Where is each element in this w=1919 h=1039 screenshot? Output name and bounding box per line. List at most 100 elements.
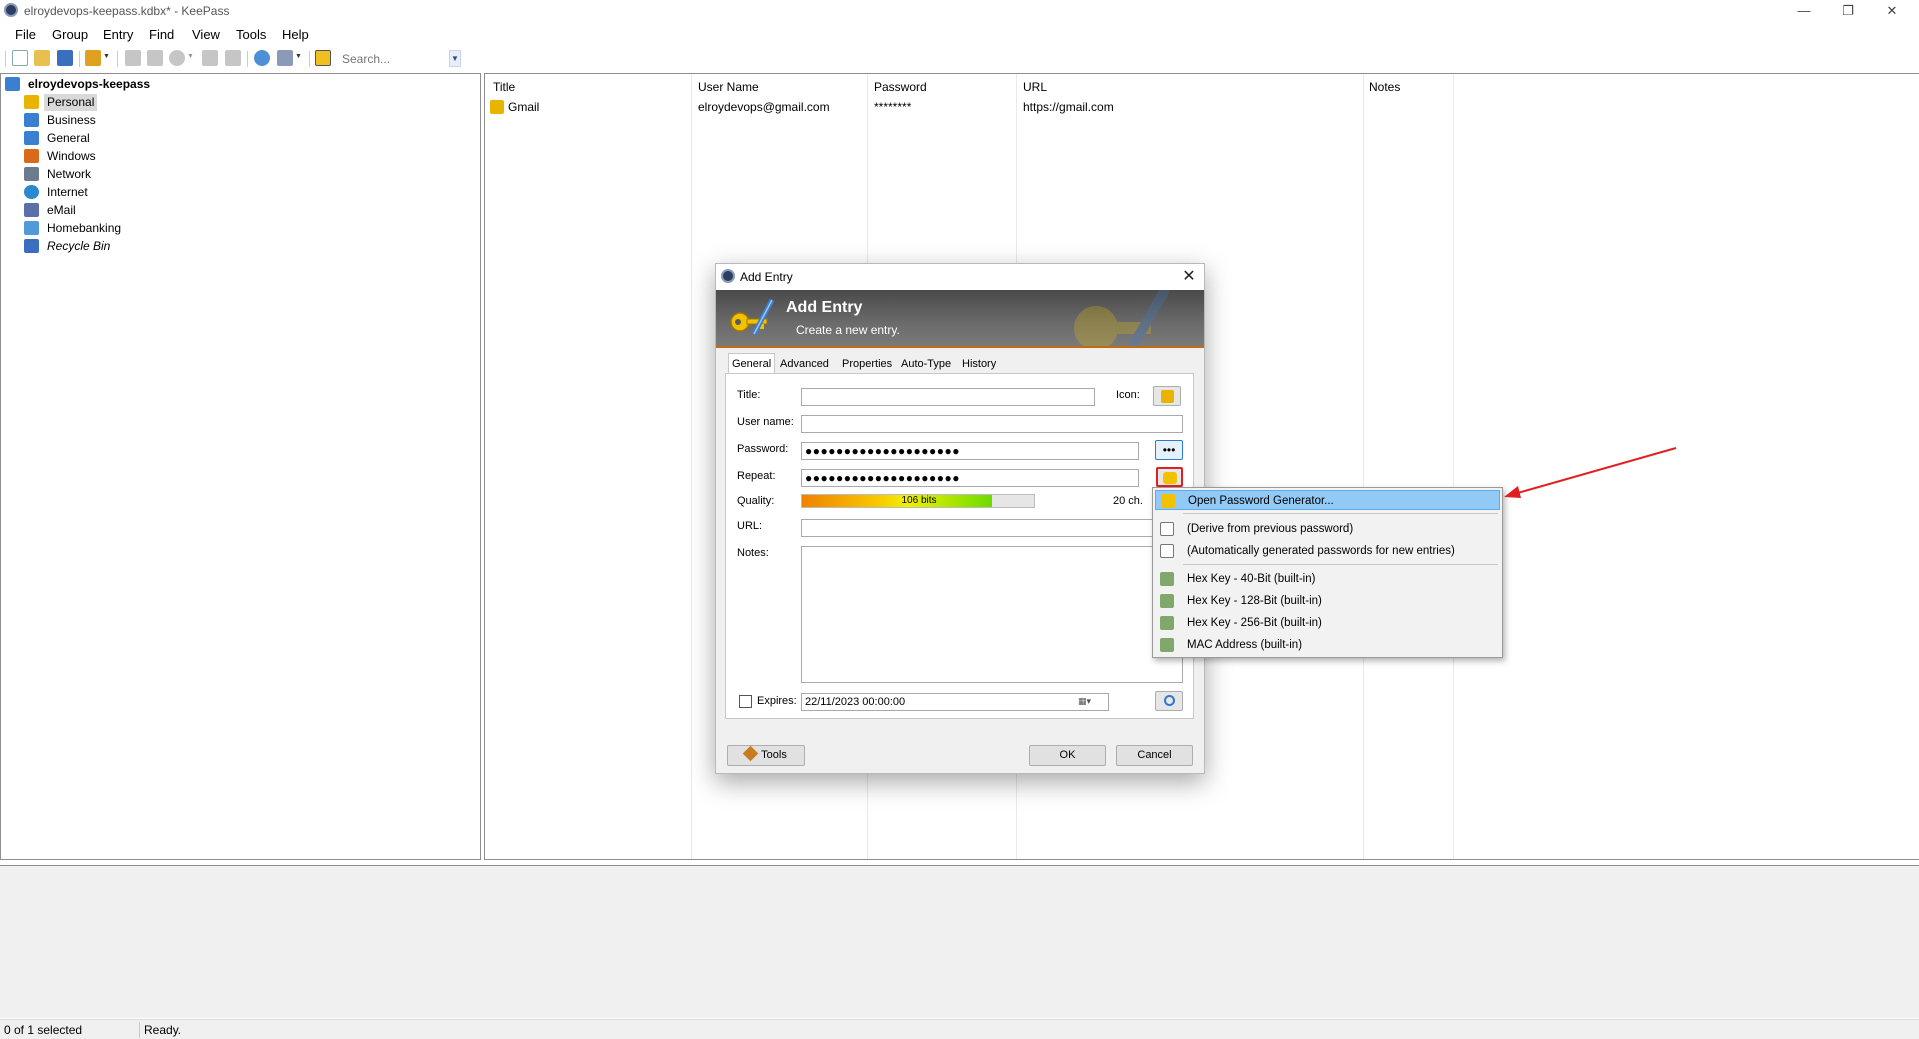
menu-entry[interactable]: Entry — [103, 27, 133, 42]
menu-item-label: Open Password Generator... — [1188, 495, 1334, 507]
ok-button[interactable]: OK — [1029, 745, 1106, 766]
password-label: Password: — [737, 443, 789, 455]
column-notes[interactable]: Notes — [1369, 80, 1400, 94]
profile-icon — [1160, 616, 1174, 630]
column-username[interactable]: User Name — [698, 80, 759, 94]
menu-item-label: Hex Key - 128-Bit (built-in) — [1187, 595, 1322, 607]
notes-field[interactable] — [801, 546, 1183, 683]
quality-length: 20 ch. — [1113, 495, 1143, 507]
keepass-app-icon — [721, 269, 735, 283]
tree-item-label: eMail — [47, 203, 76, 217]
entry-detail-panel — [0, 865, 1919, 1018]
lock-workspace-icon[interactable] — [315, 50, 331, 66]
show-password-button[interactable]: ••• — [1155, 440, 1183, 460]
tab-history[interactable]: History — [959, 355, 999, 373]
personal-icon — [1160, 390, 1174, 403]
calendar-dropdown-icon[interactable]: ▦▾ — [1078, 696, 1091, 707]
menu-group[interactable]: Group — [52, 27, 88, 42]
windows-icon — [24, 149, 39, 163]
dialog-title-bar: Add Entry ✕ — [716, 264, 1204, 290]
folder-icon — [24, 131, 39, 145]
auto-generate-icon — [1160, 544, 1174, 558]
menu-item-mac-address[interactable]: MAC Address (built-in) — [1155, 635, 1500, 655]
search-input[interactable] — [340, 49, 461, 68]
open-url-icon[interactable] — [169, 50, 185, 66]
tree-item-label: Windows — [47, 149, 96, 163]
icon-picker-button[interactable] — [1153, 386, 1181, 406]
menu-item-derive-password[interactable]: (Derive from previous password) — [1155, 519, 1500, 539]
toolbar-grip — [5, 51, 6, 67]
find-icon[interactable] — [254, 50, 270, 66]
password-generator-menu: Open Password Generator... (Derive from … — [1152, 487, 1503, 658]
title-field[interactable] — [801, 388, 1095, 406]
column-url[interactable]: URL — [1023, 80, 1047, 94]
cancel-button[interactable]: Cancel — [1116, 745, 1193, 766]
globe-icon — [24, 185, 39, 199]
menu-find[interactable]: Find — [149, 27, 174, 42]
new-database-icon[interactable] — [12, 50, 28, 66]
tab-auto-type[interactable]: Auto-Type — [898, 355, 954, 373]
entry-views-icon[interactable] — [277, 50, 293, 66]
repeat-password-field[interactable]: ●●●●●●●●●●●●●●●●●●●● — [801, 469, 1139, 487]
network-icon — [24, 167, 39, 181]
title-label: Title: — [737, 389, 761, 401]
add-entry-icon[interactable] — [85, 50, 101, 66]
menu-item-hex-40[interactable]: Hex Key - 40-Bit (built-in) — [1155, 569, 1500, 589]
tools-button-label: Tools — [761, 749, 787, 761]
password-field[interactable]: ●●●●●●●●●●●●●●●●●●●● — [801, 442, 1139, 460]
menu-item-hex-256[interactable]: Hex Key - 256-Bit (built-in) — [1155, 613, 1500, 633]
maximize-button[interactable]: ❐ — [1826, 0, 1870, 22]
entry-title: Gmail — [508, 100, 540, 114]
open-url-dropdown-icon[interactable]: ▼ — [187, 53, 194, 60]
profile-icon — [1160, 594, 1174, 608]
menu-item-auto-generated[interactable]: (Automatically generated passwords for n… — [1155, 541, 1500, 561]
tools-button[interactable]: Tools — [727, 745, 805, 766]
url-field[interactable] — [801, 519, 1183, 537]
generator-icon — [1161, 494, 1175, 508]
tree-item-label: Internet — [47, 185, 88, 199]
menu-item-label: (Automatically generated passwords for n… — [1187, 545, 1455, 557]
tab-advanced[interactable]: Advanced — [777, 355, 832, 373]
icon-label: Icon: — [1116, 389, 1140, 401]
entry-password: ******** — [874, 100, 912, 114]
menu-help[interactable]: Help — [282, 27, 309, 42]
expiry-presets-button[interactable] — [1155, 691, 1183, 711]
entry-views-dropdown-icon[interactable]: ▼ — [295, 53, 302, 60]
menu-item-hex-128[interactable]: Hex Key - 128-Bit (built-in) — [1155, 591, 1500, 611]
copy-username-icon[interactable] — [125, 50, 141, 66]
tree-item-label: Homebanking — [47, 221, 122, 235]
tab-general[interactable]: General — [728, 353, 776, 373]
menu-item-label: (Derive from previous password) — [1187, 523, 1354, 535]
password-generator-button[interactable] — [1156, 467, 1183, 487]
menu-bar: File Group Entry Find View Tools Help — [0, 24, 1919, 46]
copy-password-icon[interactable] — [147, 50, 163, 66]
open-database-icon[interactable] — [34, 50, 50, 66]
tab-properties[interactable]: Properties — [839, 355, 895, 373]
column-title[interactable]: Title — [493, 80, 515, 94]
repeat-label: Repeat: — [737, 470, 776, 482]
add-entry-dropdown-icon[interactable]: ▼ — [103, 53, 110, 60]
save-icon[interactable] — [57, 50, 73, 66]
entry-url: https://gmail.com — [1023, 100, 1114, 114]
perform-autotype-icon[interactable] — [225, 50, 241, 66]
quality-bits: 106 bits — [901, 495, 937, 506]
column-password[interactable]: Password — [874, 80, 927, 94]
copy-entry-icon[interactable] — [202, 50, 218, 66]
menu-file[interactable]: File — [15, 27, 36, 42]
username-field[interactable] — [801, 415, 1183, 433]
menu-item-open-password-generator[interactable]: Open Password Generator... — [1155, 490, 1500, 510]
menu-view[interactable]: View — [192, 27, 220, 42]
dialog-close-button[interactable]: ✕ — [1178, 266, 1200, 288]
add-entry-dialog: Add Entry ✕ Add Entry Create a new entry… — [715, 263, 1205, 774]
notes-label: Notes: — [737, 547, 769, 559]
status-text: Ready. — [144, 1023, 182, 1037]
status-selection: 0 of 1 selected — [4, 1023, 83, 1037]
tree-item-label: Network — [47, 167, 92, 181]
close-button[interactable]: ✕ — [1870, 0, 1914, 22]
expires-checkbox[interactable] — [739, 695, 752, 708]
menu-tools[interactable]: Tools — [236, 27, 266, 42]
expires-date-field[interactable]: 22/11/2023 00:00:00 — [801, 693, 1109, 711]
search-dropdown-icon[interactable]: ▼ — [449, 50, 461, 67]
minimize-button[interactable]: — — [1782, 0, 1826, 22]
tree-root-label: elroydevops-keepass — [28, 77, 151, 91]
